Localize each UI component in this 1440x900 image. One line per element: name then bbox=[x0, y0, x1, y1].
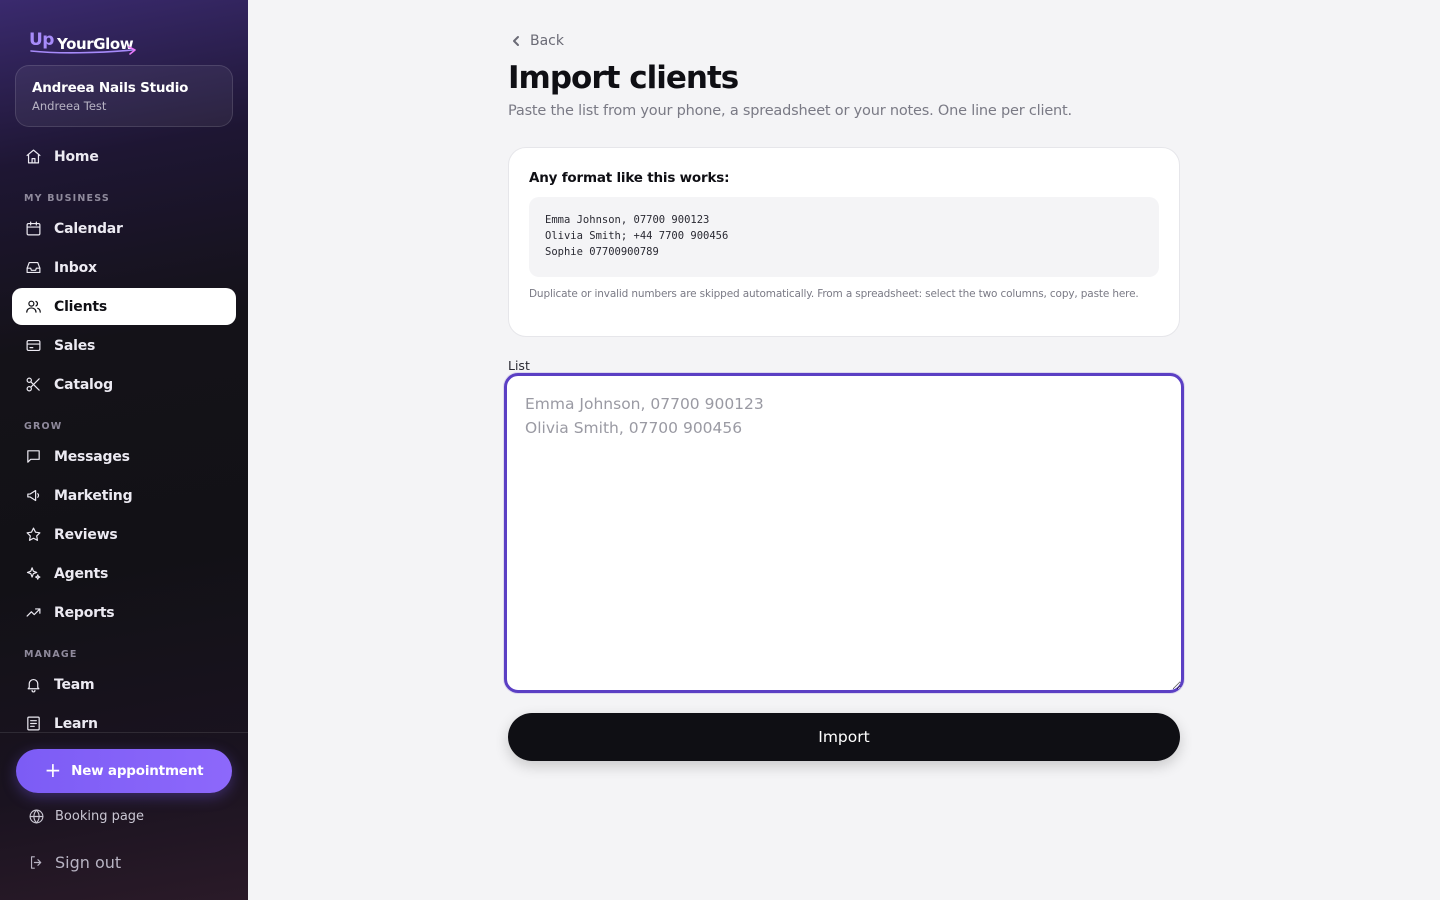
plus-icon: + bbox=[44, 758, 62, 782]
page-title: Import clients bbox=[508, 60, 739, 96]
sidebar-item-label: Home bbox=[54, 148, 99, 165]
inbox-icon bbox=[24, 259, 42, 277]
sidebar-item-label: Learn bbox=[54, 715, 98, 732]
studio-switcher[interactable]: Andreea Nails Studio Andreea Test bbox=[15, 65, 233, 127]
sidebar-item-sales[interactable]: Sales bbox=[12, 327, 236, 364]
sidebar: Up YourGlow Andreea Nails Studio Andreea… bbox=[0, 0, 248, 900]
sidebar-item-learn[interactable]: Learn bbox=[12, 705, 236, 742]
sidebar-item-marketing[interactable]: Marketing bbox=[12, 477, 236, 514]
sidebar-item-home[interactable]: Home bbox=[12, 138, 236, 175]
sidebar-item-label: Inbox bbox=[54, 259, 97, 276]
sidebar-item-label: Messages bbox=[54, 448, 130, 465]
home-icon bbox=[24, 148, 42, 166]
megaphone-icon bbox=[24, 487, 42, 505]
sidebar-divider bbox=[0, 732, 248, 733]
list-label: List bbox=[508, 358, 530, 373]
globe-icon bbox=[29, 809, 44, 824]
brand-logo[interactable]: Up YourGlow bbox=[29, 28, 136, 55]
star-icon bbox=[24, 526, 42, 544]
sidebar-item-agents[interactable]: Agents bbox=[12, 555, 236, 592]
sidebar-item-clients[interactable]: Clients bbox=[12, 288, 236, 325]
back-label: Back bbox=[530, 33, 564, 49]
sidebar-item-calendar[interactable]: Calendar bbox=[12, 210, 236, 247]
calendar-icon bbox=[24, 220, 42, 238]
section-label-manage: MANAGE bbox=[24, 649, 78, 660]
sidebar-item-label: Sales bbox=[54, 337, 96, 354]
trending-up-icon bbox=[24, 604, 42, 622]
format-example-card: Any format like this works: Emma Johnson… bbox=[508, 147, 1180, 337]
new-appointment-button[interactable]: + New appointment bbox=[16, 749, 232, 793]
format-example-code: Emma Johnson, 07700 900123 Olivia Smith;… bbox=[529, 197, 1159, 277]
sidebar-item-label: Reviews bbox=[54, 526, 118, 543]
sidebar-item-inbox[interactable]: Inbox bbox=[12, 249, 236, 286]
sign-out-label: Sign out bbox=[55, 853, 122, 872]
client-list-textarea[interactable] bbox=[504, 373, 1184, 693]
sidebar-item-reports[interactable]: Reports bbox=[12, 594, 236, 631]
sign-out-link[interactable]: Sign out bbox=[28, 853, 121, 872]
logo-swoosh-icon bbox=[30, 46, 136, 55]
chevron-left-icon bbox=[513, 36, 519, 46]
section-label-my-business: MY BUSINESS bbox=[24, 193, 110, 204]
example-line: Sophie 07700900789 bbox=[545, 246, 659, 258]
sidebar-item-label: Team bbox=[54, 676, 95, 693]
sidebar-item-label: Calendar bbox=[54, 220, 123, 237]
scissors-icon bbox=[24, 376, 42, 394]
sidebar-item-label: Clients bbox=[54, 298, 107, 315]
page-subtitle: Paste the list from your phone, a spread… bbox=[508, 103, 1072, 119]
studio-user: Andreea Test bbox=[32, 99, 107, 113]
sidebar-item-label: Marketing bbox=[54, 487, 133, 504]
new-appointment-label: New appointment bbox=[71, 763, 204, 779]
bell-icon bbox=[24, 676, 42, 694]
message-icon bbox=[24, 448, 42, 466]
format-card-note: Duplicate or invalid numbers are skipped… bbox=[529, 288, 1139, 300]
sidebar-item-reviews[interactable]: Reviews bbox=[12, 516, 236, 553]
back-link[interactable]: Back bbox=[510, 33, 564, 49]
sign-out-icon bbox=[30, 856, 42, 869]
section-label-grow: GROW bbox=[24, 421, 63, 432]
sidebar-item-label: Agents bbox=[54, 565, 109, 582]
sidebar-item-team[interactable]: Team bbox=[12, 666, 236, 703]
sidebar-item-label: Reports bbox=[54, 604, 115, 621]
studio-name: Andreea Nails Studio bbox=[32, 80, 189, 96]
users-icon bbox=[24, 298, 42, 316]
sidebar-item-messages[interactable]: Messages bbox=[12, 438, 236, 475]
example-line: Olivia Smith; +44 7700 900456 bbox=[545, 230, 729, 242]
example-line: Emma Johnson, 07700 900123 bbox=[545, 214, 710, 226]
sparkles-icon bbox=[24, 565, 42, 583]
book-icon bbox=[24, 715, 42, 733]
format-card-title: Any format like this works: bbox=[529, 170, 730, 186]
import-button[interactable]: Import bbox=[508, 713, 1180, 761]
booking-page-link[interactable]: Booking page bbox=[28, 808, 144, 825]
credit-card-icon bbox=[24, 337, 42, 355]
booking-page-label: Booking page bbox=[55, 809, 145, 824]
sidebar-item-catalog[interactable]: Catalog bbox=[12, 366, 236, 403]
sidebar-item-label: Catalog bbox=[54, 376, 113, 393]
